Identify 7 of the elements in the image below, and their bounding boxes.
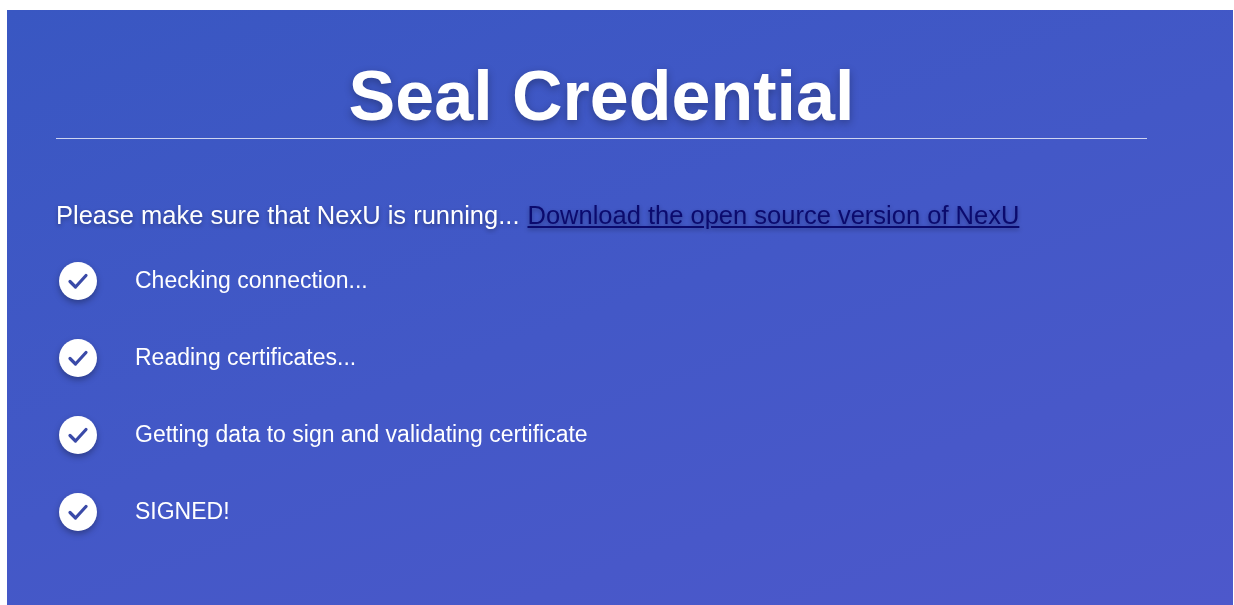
step-label: Checking connection... bbox=[135, 267, 368, 294]
step-label: Getting data to sign and validating certificate bbox=[135, 421, 588, 448]
step-label: SIGNED! bbox=[135, 498, 230, 525]
download-link[interactable]: Download the open source version of NexU bbox=[527, 201, 1020, 230]
step-label: Reading certificates... bbox=[135, 344, 357, 371]
page-title: Seal Credential bbox=[347, 56, 856, 137]
notice-text: Please make sure that NexU is running... bbox=[56, 201, 520, 230]
